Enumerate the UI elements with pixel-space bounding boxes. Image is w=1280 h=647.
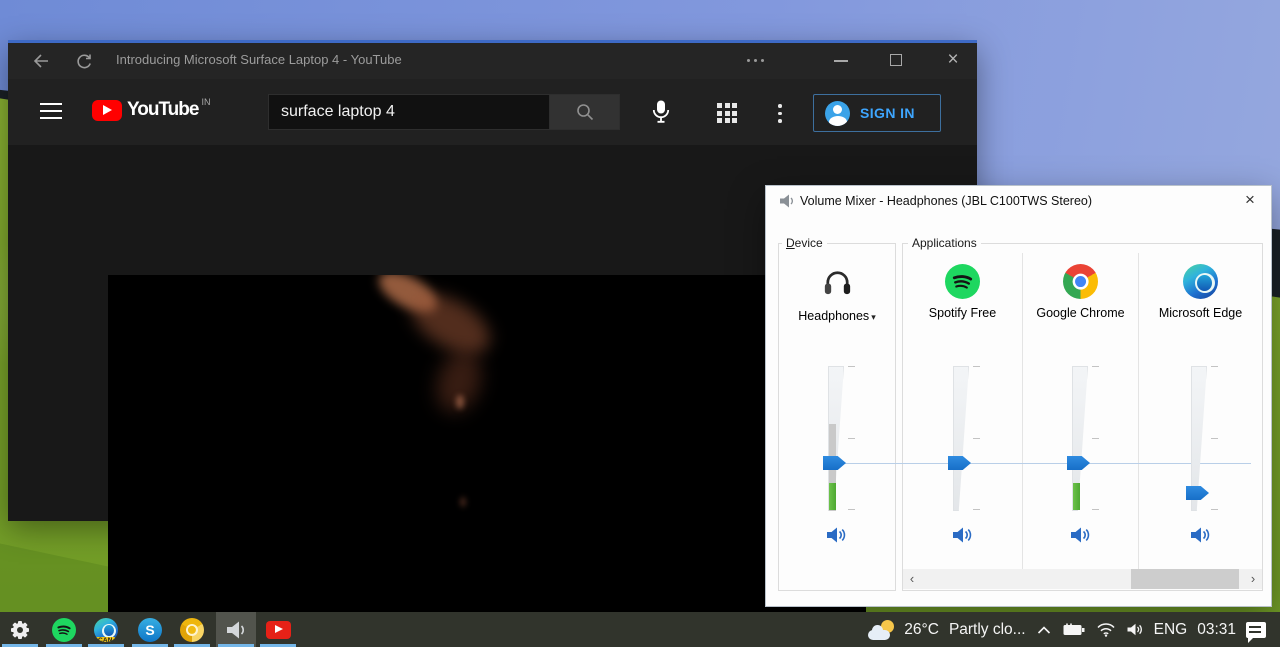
- apps-grid-icon[interactable]: [717, 103, 737, 123]
- clock[interactable]: 03:31: [1197, 621, 1236, 639]
- action-center-icon[interactable]: [1246, 622, 1266, 638]
- spotify-icon: [945, 264, 980, 299]
- mute-button-edge[interactable]: [1139, 525, 1262, 549]
- mixer-column-chrome: Google Chrome: [1023, 253, 1138, 553]
- taskbar: CAN S 26°C: [0, 612, 1280, 647]
- speaker-volume-icon: [1069, 525, 1093, 545]
- youtube-icon: [266, 621, 291, 639]
- back-icon[interactable]: [30, 51, 50, 71]
- chrome-volume-slider: [1067, 366, 1101, 511]
- taskbar-spotify[interactable]: [44, 612, 84, 647]
- taskbar-youtube[interactable]: [258, 612, 298, 647]
- kebab-menu-icon[interactable]: [778, 104, 782, 123]
- tray-chevron-up-icon[interactable]: [1036, 625, 1052, 635]
- applications-scrollbar: ‹ ›: [903, 569, 1262, 589]
- volume-mixer-window: Volume Mixer - Headphones (JBL C100TWS S…: [765, 185, 1272, 607]
- spotify-volume-slider: [948, 366, 982, 511]
- slider-handle[interactable]: [1186, 486, 1209, 500]
- sign-in-button[interactable]: SIGN IN: [813, 94, 941, 132]
- scroll-right-arrow[interactable]: ›: [1244, 569, 1262, 589]
- mute-button-device[interactable]: [779, 525, 895, 549]
- speaker-volume-icon: [825, 525, 849, 545]
- spotify-icon: [52, 618, 76, 642]
- cloud-icon: [868, 630, 890, 640]
- sign-in-label: SIGN IN: [860, 105, 915, 121]
- mixer-column-spotify: Spotify Free: [903, 253, 1022, 553]
- hamburger-menu-icon[interactable]: [40, 103, 62, 119]
- youtube-play-icon: [92, 100, 122, 121]
- youtube-region-badge: IN: [201, 97, 210, 107]
- edge-icon: [1183, 264, 1218, 299]
- applications-group-label: Applications: [908, 236, 981, 250]
- taskbar-edge-canary[interactable]: CAN: [86, 612, 126, 647]
- temperature[interactable]: 26°C: [904, 621, 939, 639]
- search-bar: [268, 94, 620, 130]
- speaker-volume-icon: [1189, 525, 1213, 545]
- slider-handle[interactable]: [823, 456, 846, 470]
- app-name-chrome: Google Chrome: [1023, 306, 1138, 320]
- canary-badge: CAN: [96, 637, 115, 642]
- desktop: About us_files Introducing Microsoft Sur…: [0, 0, 1280, 647]
- weather-text[interactable]: Partly clo...: [949, 621, 1026, 639]
- gear-icon: [10, 620, 30, 640]
- audio-level-meter: [829, 483, 836, 510]
- microphone-icon[interactable]: [649, 99, 673, 125]
- taskbar-settings[interactable]: [0, 612, 40, 647]
- refresh-icon[interactable]: [74, 51, 94, 71]
- audio-level-meter: [1073, 483, 1080, 510]
- app-name-edge: Microsoft Edge: [1139, 306, 1262, 320]
- mixer-titlebar: Volume Mixer - Headphones (JBL C100TWS S…: [766, 186, 1271, 216]
- chevron-down-icon: ▾: [871, 312, 876, 322]
- speaker-icon: [779, 193, 796, 209]
- browser-title: Introducing Microsoft Surface Laptop 4 -…: [116, 43, 402, 77]
- youtube-masthead: YouTube IN SIGN I: [8, 79, 977, 145]
- video-player[interactable]: [108, 275, 866, 622]
- mute-button-chrome[interactable]: [1023, 525, 1138, 549]
- device-volume-slider: [823, 366, 857, 511]
- edge-canary-icon: CAN: [94, 618, 118, 642]
- battery-icon[interactable]: [1062, 622, 1086, 638]
- slider-handle[interactable]: [1067, 456, 1090, 470]
- taskbar-volume-mixer-active[interactable]: [216, 612, 256, 647]
- search-button[interactable]: [550, 94, 620, 130]
- slider-handle[interactable]: [948, 456, 971, 470]
- minimize-button[interactable]: [834, 60, 848, 62]
- chrome-canary-icon: [180, 618, 204, 642]
- browser-titlebar: Introducing Microsoft Surface Laptop 4 -…: [8, 43, 977, 79]
- language-label[interactable]: ENG: [1154, 621, 1188, 639]
- scroll-left-arrow[interactable]: ‹: [903, 569, 921, 589]
- system-tray: 26°C Partly clo...: [868, 612, 1280, 647]
- device-dropdown[interactable]: Headphones▾: [779, 309, 895, 323]
- youtube-logo-text: YouTube: [127, 99, 198, 121]
- speaker-icon: [224, 619, 248, 641]
- mute-button-spotify[interactable]: [903, 525, 1022, 549]
- search-icon: [575, 102, 595, 122]
- wifi-icon[interactable]: [1096, 622, 1116, 637]
- more-options-icon[interactable]: [747, 59, 764, 62]
- mixer-column-device: Headphones▾: [779, 253, 895, 553]
- headphones-icon: [820, 264, 855, 299]
- edge-volume-slider: [1186, 366, 1220, 511]
- speaker-volume-icon: [951, 525, 975, 545]
- mixer-column-edge: Microsoft Edge: [1139, 253, 1262, 553]
- close-button[interactable]: ×: [938, 43, 968, 77]
- taskbar-chrome-canary[interactable]: [172, 612, 212, 647]
- mixer-close-button[interactable]: ×: [1235, 186, 1265, 215]
- youtube-logo[interactable]: YouTube IN: [92, 99, 210, 121]
- weather-icon[interactable]: [868, 620, 896, 640]
- search-input[interactable]: [268, 94, 550, 130]
- slider-track[interactable]: [953, 366, 969, 511]
- device-group-label: Device: [782, 236, 827, 250]
- skype-icon: S: [138, 618, 162, 642]
- chrome-icon: [1063, 264, 1098, 299]
- maximize-button[interactable]: [890, 54, 902, 66]
- scrollbar-track[interactable]: [921, 569, 1244, 589]
- app-name-spotify: Spotify Free: [903, 306, 1022, 320]
- mixer-title: Volume Mixer - Headphones (JBL C100TWS S…: [800, 186, 1092, 216]
- avatar-icon: [825, 101, 850, 126]
- taskbar-skype[interactable]: S: [130, 612, 170, 647]
- scrollbar-thumb[interactable]: [1131, 569, 1239, 589]
- tray-speaker-icon[interactable]: [1126, 622, 1144, 637]
